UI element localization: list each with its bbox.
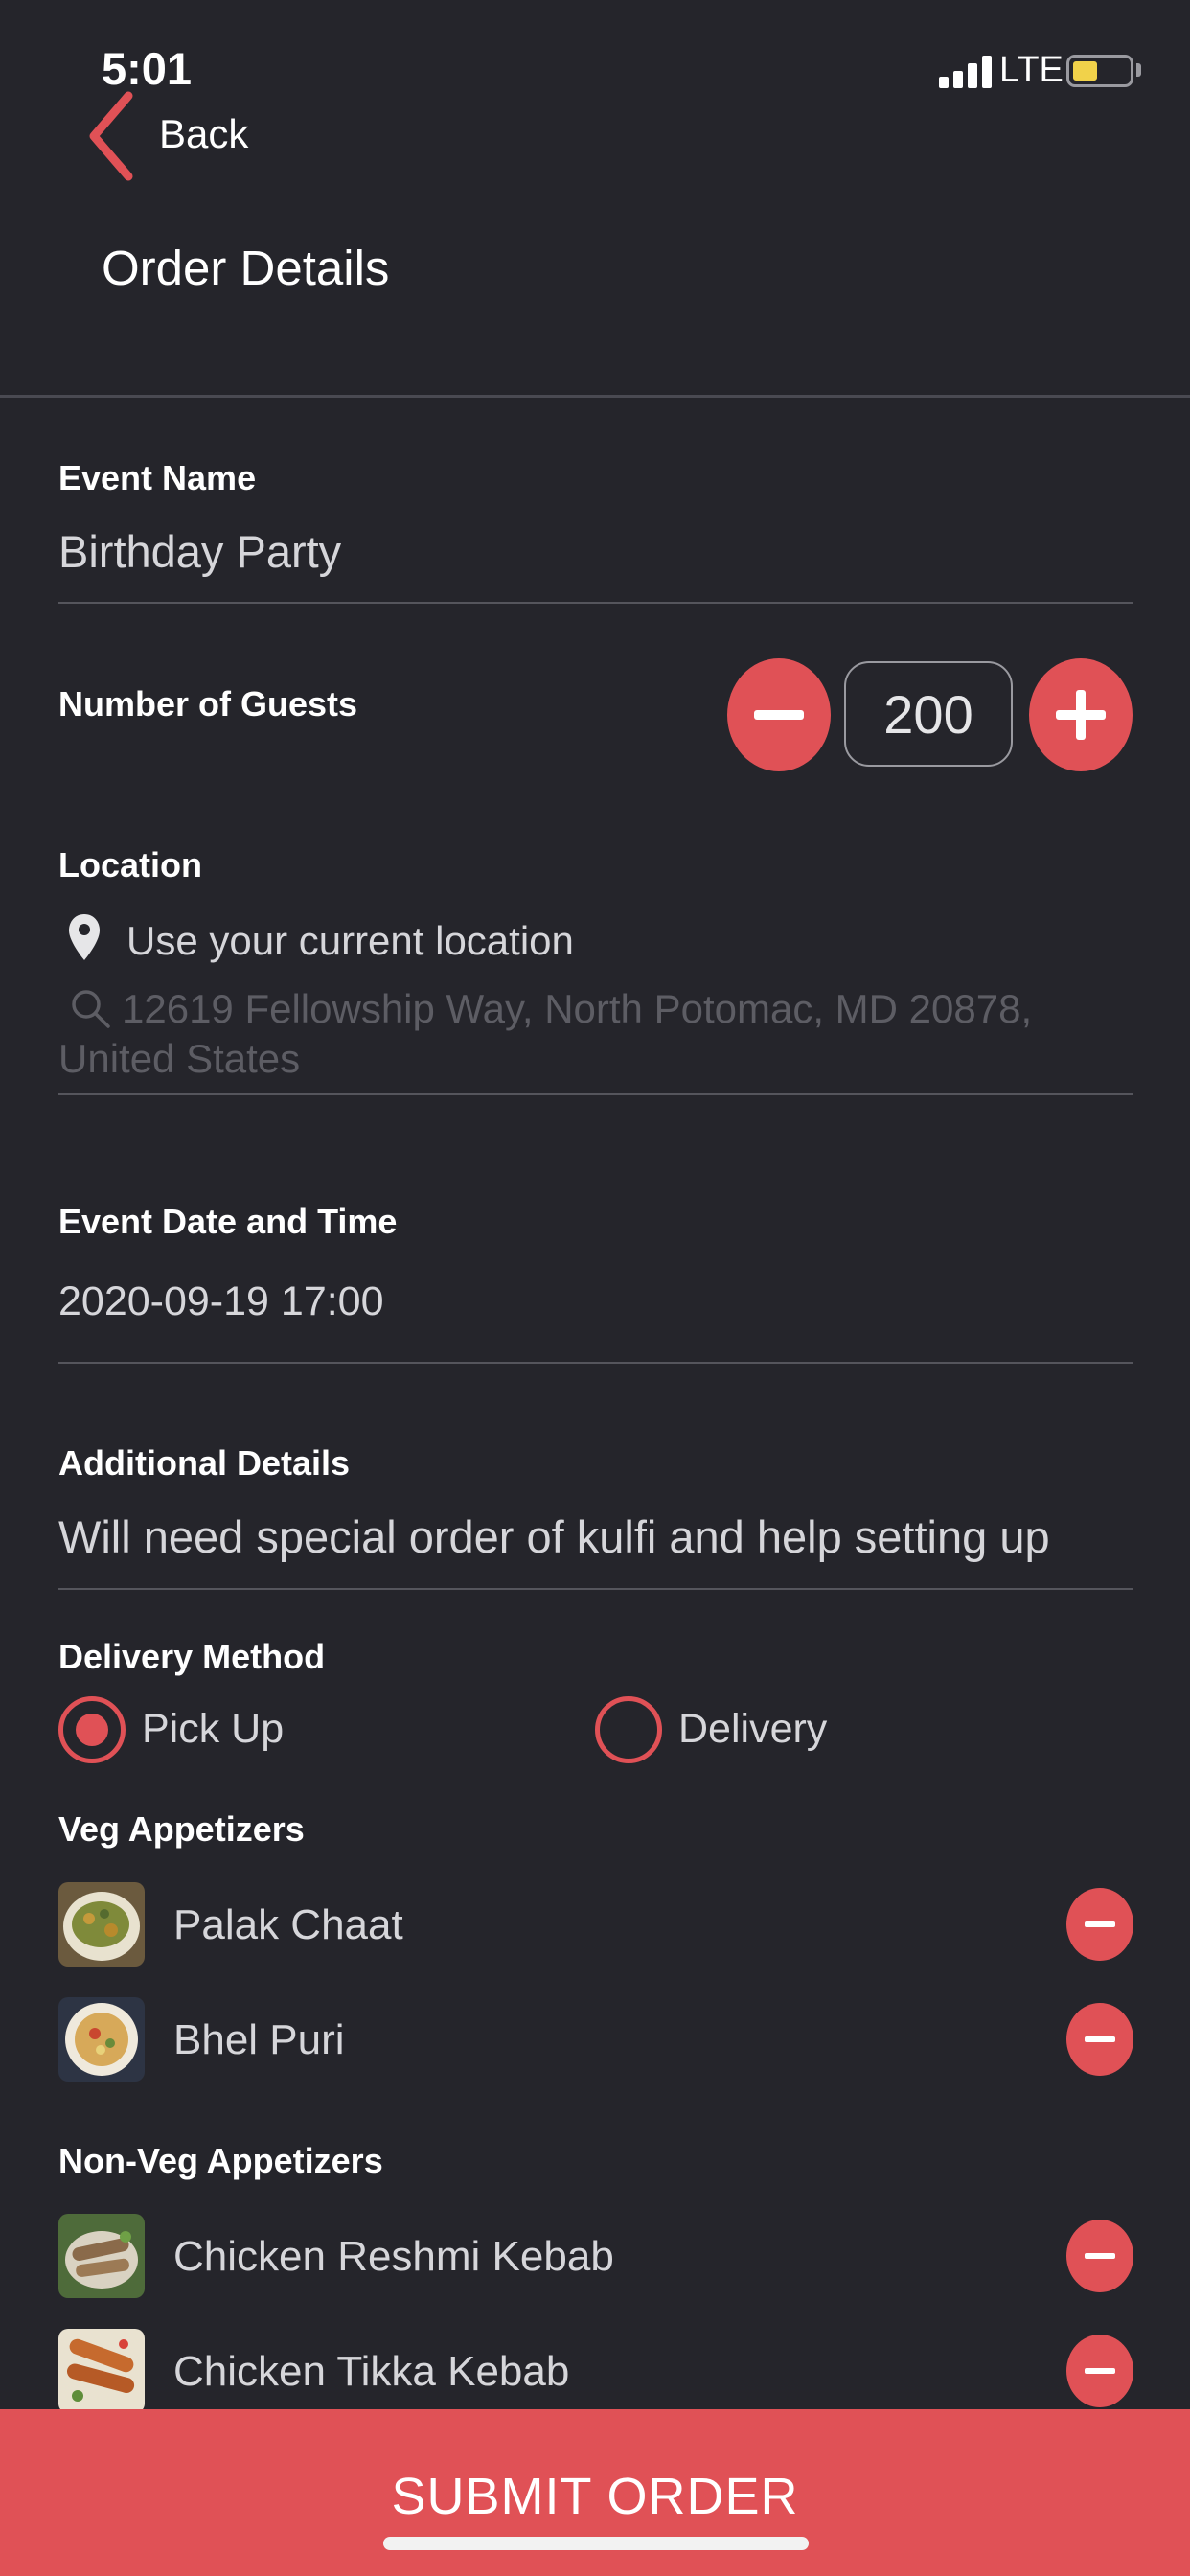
location-search-input[interactable]: 12619 Fellowship Way, North Potomac, MD … bbox=[58, 982, 1133, 1083]
delivery-method-label: Delivery Method bbox=[58, 1637, 326, 1676]
event-datetime-label: Event Date and Time bbox=[58, 1202, 398, 1241]
battery-fill bbox=[1073, 61, 1097, 80]
back-label: Back bbox=[159, 111, 249, 156]
plus-icon bbox=[1056, 690, 1106, 740]
status-time: 5:01 bbox=[102, 43, 193, 94]
location-search-placeholder-line2: United States bbox=[58, 1036, 301, 1081]
delivery-option[interactable]: Delivery bbox=[595, 1696, 978, 1763]
guests-count[interactable]: 200 bbox=[844, 661, 1013, 767]
list-item: Palak Chaat bbox=[58, 1882, 1133, 1968]
location-label: Location bbox=[58, 845, 202, 885]
back-button[interactable]: Back bbox=[82, 88, 274, 184]
location-search-placeholder-line1: 12619 Fellowship Way, North Potomac, MD … bbox=[122, 986, 1033, 1031]
item-name: Chicken Reshmi Kebab bbox=[173, 2233, 614, 2280]
item-name: Chicken Tikka Kebab bbox=[173, 2348, 570, 2395]
item-name: Palak Chaat bbox=[173, 1901, 403, 1948]
minus-icon bbox=[1085, 2036, 1115, 2042]
list-item: Chicken Tikka Kebab bbox=[58, 2329, 1133, 2409]
additional-details-label: Additional Details bbox=[58, 1443, 351, 1483]
divider bbox=[58, 1093, 1133, 1095]
page-title: Order Details bbox=[102, 241, 390, 295]
additional-details-input[interactable]: Will need special order of kulfi and hel… bbox=[58, 1510, 1050, 1563]
pickup-option[interactable]: Pick Up bbox=[58, 1696, 442, 1763]
food-image bbox=[58, 1882, 145, 1966]
section-title-veg-appetizers: Veg Appetizers bbox=[58, 1809, 305, 1849]
list-item: Bhel Puri bbox=[58, 1997, 1133, 2083]
divider bbox=[58, 1362, 1133, 1364]
event-datetime-input[interactable]: 2020-09-19 17:00 bbox=[58, 1278, 384, 1325]
submit-order-label: SUBMIT ORDER bbox=[391, 2468, 799, 2525]
header-divider bbox=[0, 395, 1190, 398]
minus-icon bbox=[754, 710, 804, 720]
increase-guests-button[interactable] bbox=[1029, 658, 1133, 771]
minus-icon bbox=[1085, 2253, 1115, 2259]
food-image bbox=[58, 2329, 145, 2409]
food-image bbox=[58, 1997, 145, 2082]
signal-icon bbox=[939, 54, 993, 88]
event-name-label: Event Name bbox=[58, 458, 257, 497]
radio-selected-dot bbox=[76, 1714, 108, 1746]
submit-order-button[interactable]: SUBMIT ORDER bbox=[0, 2409, 1190, 2576]
remove-item-button[interactable] bbox=[1066, 2220, 1133, 2292]
battery-icon bbox=[1066, 55, 1133, 87]
delivery-label: Delivery bbox=[678, 1706, 828, 1752]
remove-item-button[interactable] bbox=[1066, 1888, 1133, 1961]
use-current-location-button[interactable]: Use your current location bbox=[67, 910, 604, 968]
food-image bbox=[58, 2214, 145, 2298]
event-name-input[interactable]: Birthday Party bbox=[58, 525, 341, 578]
divider bbox=[58, 602, 1133, 604]
minus-icon bbox=[1085, 2368, 1115, 2374]
use-current-location-label: Use your current location bbox=[126, 918, 574, 963]
decrease-guests-button[interactable] bbox=[727, 658, 831, 771]
remove-item-button[interactable] bbox=[1066, 2003, 1133, 2076]
battery-tip bbox=[1136, 63, 1141, 77]
delivery-radio[interactable] bbox=[595, 1696, 662, 1763]
chevron-left-icon bbox=[89, 91, 133, 181]
divider bbox=[58, 1588, 1133, 1590]
remove-item-button[interactable] bbox=[1066, 2334, 1133, 2407]
list-item: Chicken Reshmi Kebab bbox=[58, 2214, 1133, 2300]
section-title-non-veg-appetizers: Non-Veg Appetizers bbox=[58, 2141, 383, 2180]
pickup-label: Pick Up bbox=[142, 1706, 285, 1752]
location-pin-icon bbox=[69, 914, 100, 960]
network-label: LTE bbox=[999, 50, 1064, 90]
pickup-radio[interactable] bbox=[58, 1696, 126, 1763]
search-icon bbox=[72, 990, 110, 1028]
guests-label: Number of Guests bbox=[58, 684, 358, 724]
item-name: Bhel Puri bbox=[173, 2016, 345, 2063]
home-indicator bbox=[383, 2537, 809, 2550]
minus-icon bbox=[1085, 1921, 1115, 1927]
